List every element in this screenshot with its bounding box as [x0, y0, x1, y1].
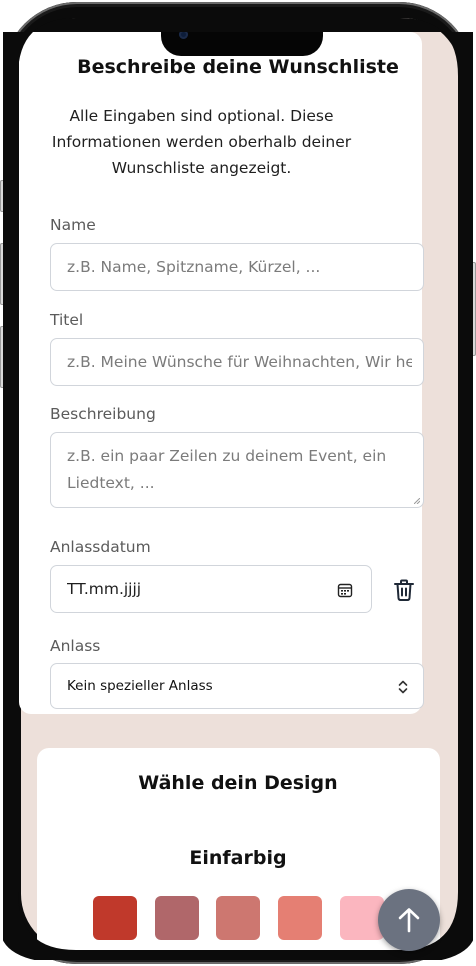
speaker — [207, 26, 275, 30]
color-swatch[interactable] — [93, 896, 137, 940]
title-input[interactable]: z.B. Meine Wünsche für Weihnachten, Wir … — [50, 338, 424, 386]
color-swatch[interactable] — [155, 896, 199, 940]
mute-switch — [0, 180, 5, 212]
details-subtitle: Alle Eingaben sind optional. Diese Infor… — [51, 107, 352, 177]
date-label: Anlassdatum — [50, 538, 151, 556]
chevron-up-down-icon — [398, 680, 408, 694]
trash-icon[interactable] — [393, 578, 415, 602]
occasion-label: Anlass — [50, 637, 101, 655]
title-label: Titel — [50, 311, 84, 329]
name-input[interactable]: z.B. Name, Spitzname, Kürzel, ... — [50, 243, 424, 291]
scroll-to-top-button[interactable] — [378, 889, 440, 951]
color-swatch[interactable] — [278, 896, 322, 940]
solid-colors-heading: Einfarbig — [189, 847, 287, 869]
description-textarea[interactable]: z.B. ein paar Zeilen zu deinem Event, ei… — [50, 432, 424, 508]
color-swatch[interactable] — [216, 896, 260, 940]
description-label: Beschreibung — [50, 405, 156, 423]
calendar-icon[interactable] — [337, 582, 353, 598]
power-button — [471, 262, 476, 356]
name-placeholder: z.B. Name, Spitzname, Kürzel, ... — [67, 258, 321, 276]
volume-down-button — [0, 326, 5, 388]
title-placeholder: z.B. Meine Wünsche für Weihnachten, Wir … — [67, 353, 412, 371]
description-placeholder: z.B. ein paar Zeilen zu deinem Event, ei… — [67, 447, 387, 492]
page-title: Beschreibe deine Wunschliste — [77, 56, 399, 78]
date-placeholder: TT.mm.jjjj — [67, 580, 142, 598]
camera-dot — [179, 30, 188, 39]
volume-up-button — [0, 243, 5, 305]
arrow-up-icon — [398, 908, 420, 933]
occasion-value: Kein spezieller Anlass — [67, 678, 213, 694]
name-label: Name — [50, 216, 96, 234]
resize-handle-icon[interactable] — [414, 498, 420, 504]
date-input[interactable]: TT.mm.jjjj — [50, 565, 372, 613]
occasion-select[interactable]: Kein spezieller Anlass — [50, 663, 424, 709]
design-heading: Wähle dein Design — [138, 772, 338, 794]
